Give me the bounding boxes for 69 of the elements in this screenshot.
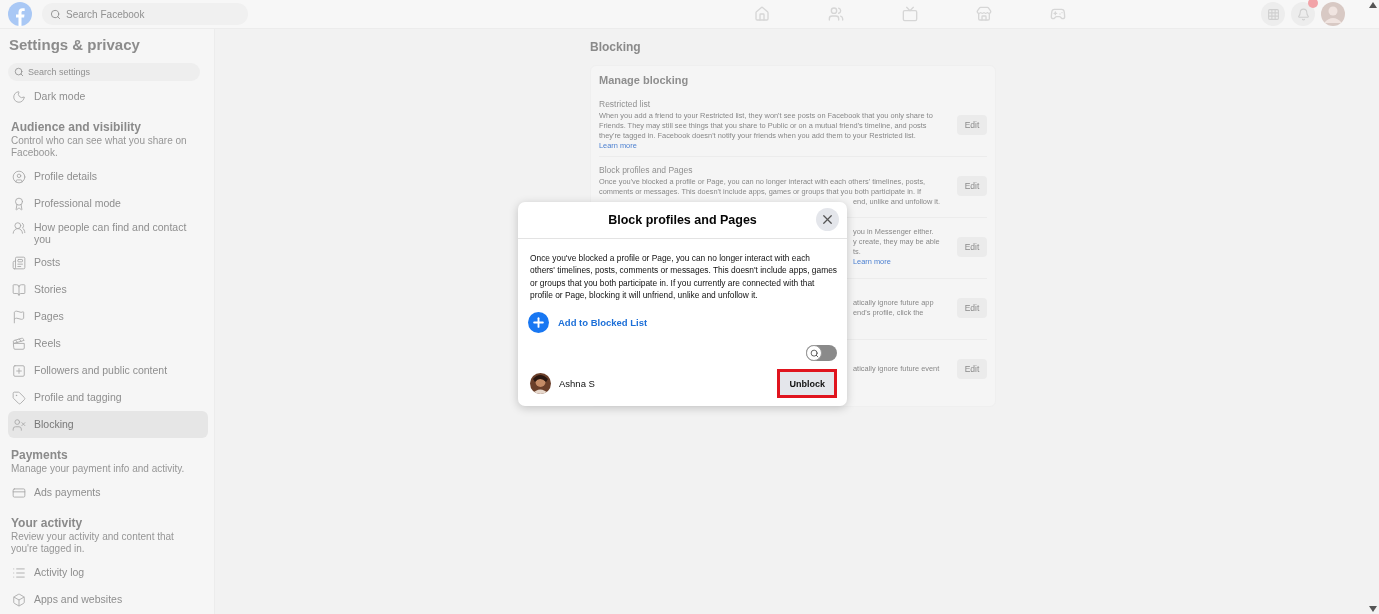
dialog-title: Block profiles and Pages (608, 213, 757, 227)
list-icon (12, 565, 26, 580)
search-icon (50, 8, 61, 20)
scroll-up-icon[interactable] (1369, 2, 1377, 8)
plus-icon[interactable] (528, 312, 549, 334)
sidebar-item[interactable]: Posts (8, 249, 208, 276)
profile-avatar[interactable] (1321, 2, 1345, 26)
sidebar-item[interactable]: Dark mode (8, 83, 208, 110)
unblock-button[interactable]: Unblock (777, 369, 837, 399)
edit-button[interactable]: Edit (957, 359, 987, 379)
person-name: Ashna S (559, 378, 596, 390)
posts-icon (12, 255, 26, 270)
section-description: Review your activity and content that you're tagged in. (11, 531, 175, 555)
scroll-down-icon[interactable] (1369, 606, 1377, 612)
tag-icon (12, 390, 26, 405)
sidebar-item[interactable]: Apps and websites (8, 586, 208, 613)
book-icon (12, 282, 26, 297)
page-title: Settings & privacy (9, 36, 141, 53)
friends-icon[interactable] (827, 6, 844, 22)
sidebar-item[interactable]: Profile and tagging (8, 384, 208, 411)
page-heading: Blocking (590, 40, 642, 54)
search-field[interactable]: Search settings (8, 63, 200, 81)
gaming-icon[interactable] (1049, 6, 1066, 22)
setting-title: Block profiles and Pages (599, 165, 694, 175)
add-to-blocked-list-link[interactable]: Add to Blocked List (558, 317, 648, 329)
sidebar-item[interactable]: Ads payments (8, 479, 208, 506)
moon-icon (12, 89, 26, 104)
home-icon[interactable] (753, 6, 770, 22)
plus-square-icon (12, 363, 26, 378)
blocked-user-icon (12, 417, 26, 432)
menu-icon[interactable] (1261, 2, 1285, 26)
flag-icon (12, 309, 26, 324)
edit-button[interactable]: Edit (957, 115, 987, 135)
section-description: Control who can see what you share on Facebook. (11, 135, 188, 159)
sidebar-item[interactable]: Followers and public content (8, 357, 208, 384)
facebook-logo[interactable] (8, 2, 32, 26)
sidebar-item[interactable]: Activity log (8, 559, 208, 586)
card-icon (12, 485, 26, 500)
badge-icon (12, 196, 26, 211)
sidebar-item[interactable]: Pages (8, 303, 208, 330)
section-heading: Audience and visibility (11, 120, 143, 134)
sidebar-item[interactable]: How people can find and contact you (8, 217, 208, 249)
setting-title: Restricted list (599, 99, 651, 109)
sidebar-item[interactable]: Reels (8, 330, 208, 357)
edit-button[interactable]: Edit (957, 176, 987, 196)
section-description: Manage your payment info and activity. (11, 463, 186, 475)
edit-button[interactable]: Edit (957, 298, 987, 318)
sidebar-item[interactable]: Profile details (8, 163, 208, 190)
sidebar-item[interactable]: Blocking (8, 411, 208, 438)
dialog-text: Once you've blocked a profile or Page, you can no longer interact with each others' timelines, posts, comments or messages. This doesn't include apps, games or groups that you both participate in. If you currently are connected with that profile or Page, blocking it will unfriend, unlike and unfollow it. (530, 252, 837, 302)
sidebar-item[interactable]: Stories (8, 276, 208, 303)
bell-icon[interactable] (1291, 2, 1315, 26)
search-toggle[interactable] (806, 345, 837, 362)
edit-button[interactable]: Edit (957, 237, 987, 257)
box-icon (12, 592, 26, 607)
video-icon[interactable] (901, 6, 918, 22)
search-field[interactable]: Search Facebook (42, 3, 248, 25)
search-icon (809, 348, 819, 358)
close-icon (820, 212, 835, 227)
sidebar-item[interactable]: Professional mode (8, 190, 208, 217)
marketplace-icon[interactable] (975, 6, 992, 22)
section-heading: Payments (11, 448, 69, 462)
people-icon (12, 221, 26, 235)
card-title: Manage blocking (599, 74, 690, 86)
user-icon (12, 169, 26, 184)
section-heading: Your activity (11, 516, 84, 530)
clapper-icon (12, 336, 26, 351)
search-icon (14, 67, 24, 77)
close-button[interactable] (816, 208, 839, 231)
